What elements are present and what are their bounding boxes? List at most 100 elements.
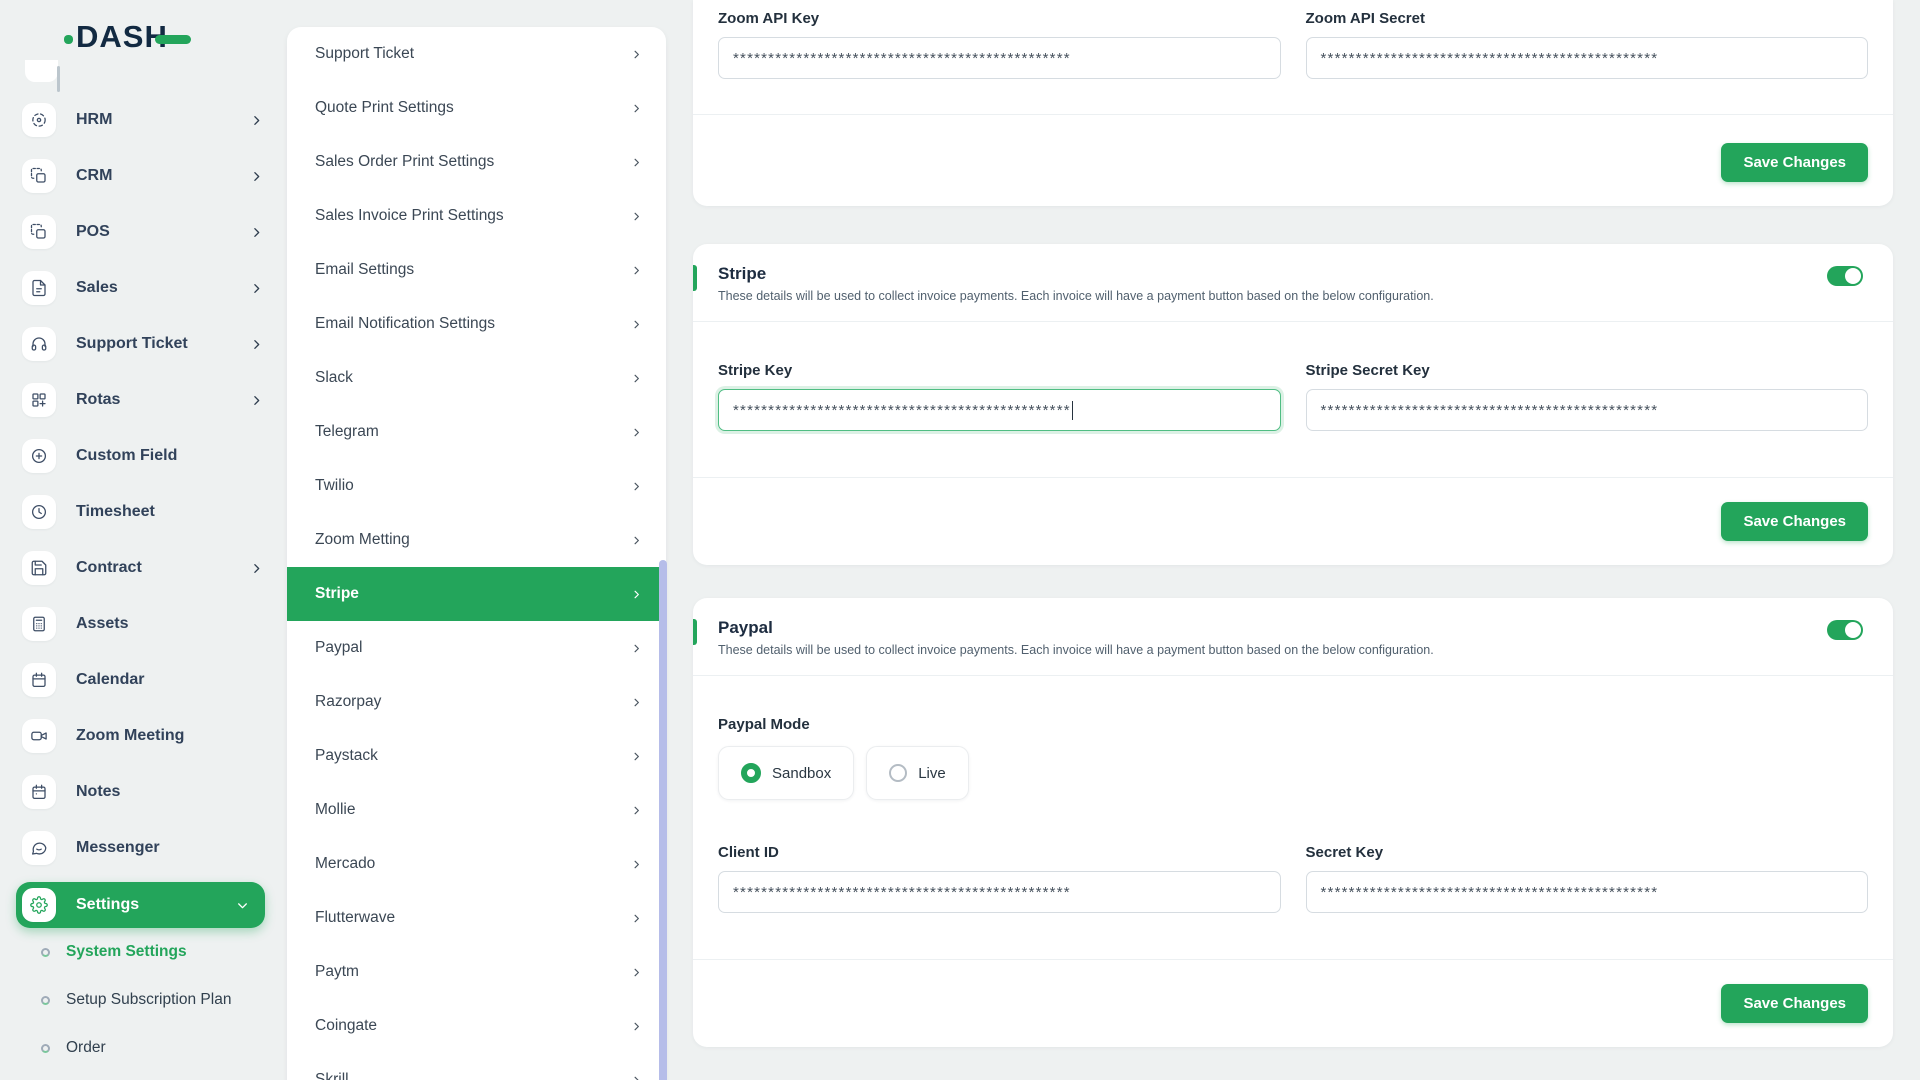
subnav-item-quote-print-settings[interactable]: Quote Print Settings xyxy=(287,81,666,135)
chevron-right-icon xyxy=(634,698,639,706)
zoom-api-secret-input[interactable]: ****************************************… xyxy=(1305,37,1868,79)
bullet-icon xyxy=(41,1043,50,1053)
subnav-item-stripe[interactable]: Stripe xyxy=(287,567,666,621)
sidebar-item-label: Rotas xyxy=(76,391,121,408)
subnav-item-flutterwave[interactable]: Flutterwave xyxy=(287,891,666,945)
card-title: Stripe xyxy=(718,264,767,283)
subnav-item-support-ticket[interactable]: Support Ticket xyxy=(287,27,666,81)
stripe-key-input[interactable]: ****************************************… xyxy=(718,389,1281,431)
sidebar-scrollbar[interactable] xyxy=(57,66,60,92)
grid-plus-icon xyxy=(22,383,56,417)
subnav-item-email-notification-settings[interactable]: Email Notification Settings xyxy=(287,297,666,351)
sidebar-subitem-setup-subscription-plan[interactable]: Setup Subscription Plan xyxy=(0,976,285,1024)
sidebar-item-label: HRM xyxy=(76,111,113,128)
subnav-item-twilio[interactable]: Twilio xyxy=(287,459,666,513)
chevron-right-icon xyxy=(634,320,639,328)
zoom-api-key-input[interactable]: ****************************************… xyxy=(718,37,1281,79)
sidebar-subitem-label: System Settings xyxy=(66,943,187,960)
sidebar-item-custom-field[interactable]: Custom Field xyxy=(0,428,285,484)
sidebar-item-notes[interactable]: Notes xyxy=(0,764,285,820)
client-id-input[interactable]: ****************************************… xyxy=(718,871,1281,913)
paypal-settings-card: Paypal These details will be used to col… xyxy=(693,598,1893,1047)
sidebar-item-label: Timesheet xyxy=(76,503,155,520)
sidebar-item-label: Support Ticket xyxy=(76,335,188,352)
sidebar-item-support-ticket[interactable]: Support Ticket xyxy=(0,316,285,372)
bullet-icon xyxy=(41,947,50,957)
settings-subnav: Support Ticket Quote Print Settings Sale… xyxy=(285,0,667,1080)
sidebar-item-timesheet[interactable]: Timesheet xyxy=(0,484,285,540)
paypal-enabled-toggle[interactable] xyxy=(1827,620,1863,640)
toggle-knob xyxy=(1845,268,1861,284)
sidebar-item-crm[interactable]: CRM xyxy=(0,148,285,204)
subnav-scrollbar[interactable] xyxy=(659,560,667,1080)
subnav-item-paytm[interactable]: Paytm xyxy=(287,945,666,999)
subnav-item-paystack[interactable]: Paystack xyxy=(287,729,666,783)
paypal-mode-live-option[interactable]: Live xyxy=(866,746,969,800)
sidebar-item-rotas[interactable]: Rotas xyxy=(0,372,285,428)
chevron-right-icon xyxy=(634,50,639,58)
sidebar-item-hrm[interactable]: HRM xyxy=(0,92,285,148)
field-label: Stripe Secret Key xyxy=(1305,362,1430,379)
sidebar-item-messenger[interactable]: Messenger xyxy=(0,820,285,876)
radio-label: Sandbox xyxy=(772,764,832,782)
sidebar-item-pos[interactable]: POS xyxy=(0,204,285,260)
sidebar-item-label: Calendar xyxy=(76,671,145,688)
chevron-right-icon xyxy=(634,482,639,490)
text-caret xyxy=(1071,400,1074,420)
subnav-item-razorpay[interactable]: Razorpay xyxy=(287,675,666,729)
chevron-right-icon xyxy=(634,1022,639,1030)
card-accent-bar xyxy=(693,619,697,645)
save-changes-button[interactable]: Save Changes xyxy=(1721,143,1868,182)
subnav-item-mercado[interactable]: Mercado xyxy=(287,837,666,891)
sidebar-item-settings[interactable]: Settings xyxy=(16,882,265,928)
sidebar-item-contract[interactable]: Contract xyxy=(0,540,285,596)
chat-bubble-icon xyxy=(22,831,56,865)
subnav-item-skrill[interactable]: Skrill xyxy=(287,1053,666,1080)
radio-label: Live xyxy=(918,764,946,782)
subnav-item-mollie[interactable]: Mollie xyxy=(287,783,666,837)
field-stripe-secret-key: Stripe Secret Key **********************… xyxy=(1305,362,1868,431)
chevron-right-icon xyxy=(634,428,639,436)
radio-unselected-icon xyxy=(889,764,908,782)
sidebar-item-label: Zoom Meeting xyxy=(76,727,185,744)
sidebar-item-zoom-meeting[interactable]: Zoom Meeting xyxy=(0,708,285,764)
chevron-right-icon xyxy=(634,752,639,760)
chevron-right-icon xyxy=(634,968,639,976)
chevron-right-icon xyxy=(634,644,639,652)
field-stripe-key: Stripe Key *****************************… xyxy=(718,362,1281,431)
gear-icon xyxy=(22,888,56,922)
stripe-settings-card: Stripe These details will be used to col… xyxy=(693,244,1893,565)
subnav-item-zoom-metting[interactable]: Zoom Metting xyxy=(287,513,666,567)
save-changes-button[interactable]: Save Changes xyxy=(1721,984,1868,1023)
chevron-right-icon xyxy=(634,536,639,544)
sidebar-item-assets[interactable]: Assets xyxy=(0,596,285,652)
chevron-right-icon xyxy=(634,914,639,922)
field-label: Zoom API Secret xyxy=(1305,10,1425,27)
subnav-item-email-settings[interactable]: Email Settings xyxy=(287,243,666,297)
subnav-item-sales-invoice-print-settings[interactable]: Sales Invoice Print Settings xyxy=(287,189,666,243)
save-changes-button[interactable]: Save Changes xyxy=(1721,502,1868,541)
subnav-item-telegram[interactable]: Telegram xyxy=(287,405,666,459)
secret-key-input[interactable]: ****************************************… xyxy=(1305,871,1868,913)
subnav-item-sales-order-print-settings[interactable]: Sales Order Print Settings xyxy=(287,135,666,189)
subnav-item-slack[interactable]: Slack xyxy=(287,351,666,405)
subnav-item-paypal[interactable]: Paypal xyxy=(287,621,666,675)
sidebar-item-sales[interactable]: Sales xyxy=(0,260,285,316)
sidebar-item-label: Notes xyxy=(76,783,121,800)
sidebar-item-calendar[interactable]: Calendar xyxy=(0,652,285,708)
app-logo: DASH xyxy=(0,0,285,58)
paypal-mode-sandbox-option[interactable]: Sandbox xyxy=(718,746,855,800)
radio-selected-icon xyxy=(741,763,761,783)
card-title: Paypal xyxy=(718,618,773,637)
card-accent-bar xyxy=(693,265,697,291)
field-label: Client ID xyxy=(718,844,779,861)
chevron-right-icon xyxy=(634,266,639,274)
sidebar-subitem-order[interactable]: Order xyxy=(0,1024,285,1072)
partially-scrolled-menu-item xyxy=(25,60,58,82)
chevron-right-icon xyxy=(254,395,260,405)
subnav-item-coingate[interactable]: Coingate xyxy=(287,999,666,1053)
copy-icon xyxy=(22,159,56,193)
stripe-enabled-toggle[interactable] xyxy=(1827,266,1863,286)
sidebar-subitem-system-settings[interactable]: System Settings xyxy=(0,928,285,976)
stripe-secret-key-input[interactable]: ****************************************… xyxy=(1305,389,1868,431)
